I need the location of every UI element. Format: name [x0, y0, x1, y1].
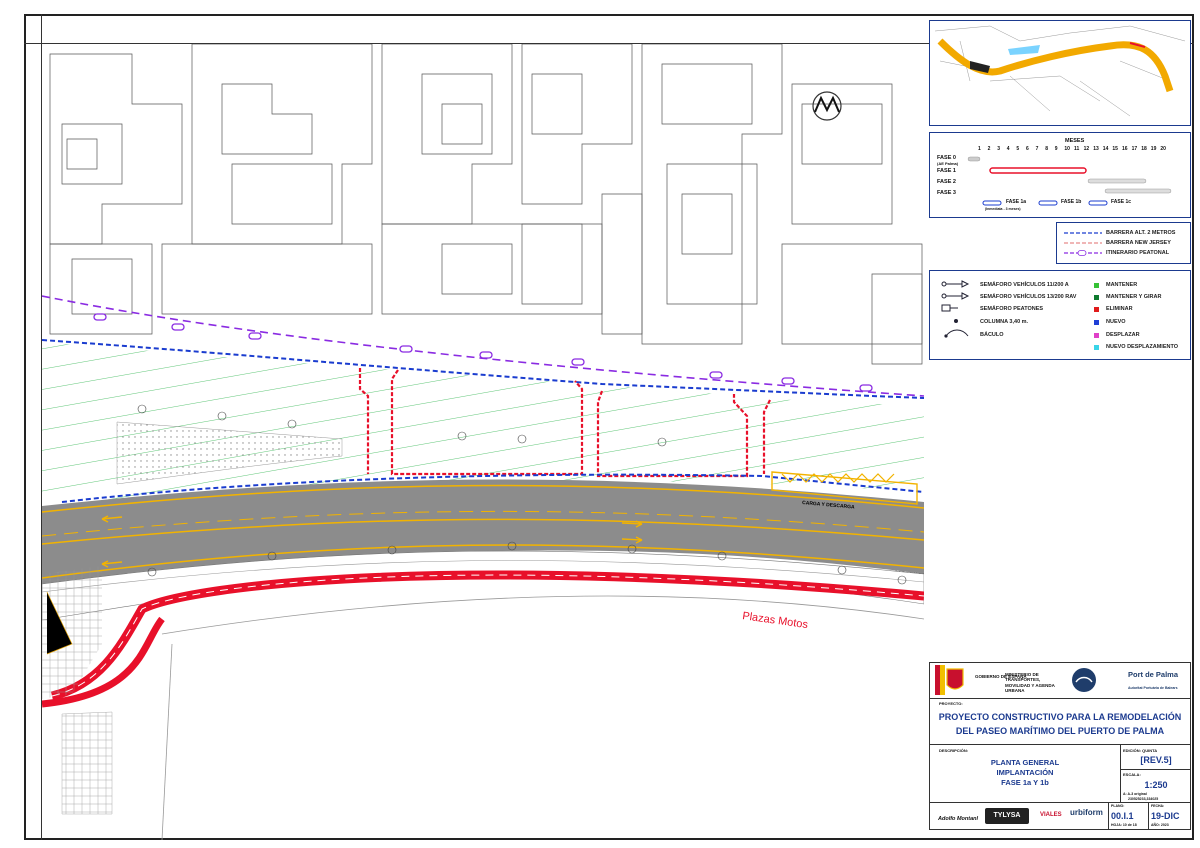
project-title-line-1: PROYECTO CONSTRUCTIVO PARA LA REMODELACI…: [938, 712, 1182, 722]
description-line-3: FASE 1a Y 1b: [1001, 778, 1049, 787]
status-swatch: [1094, 283, 1099, 288]
elements-legend-item: SEMÁFORO VEHÍCULOS 11/200 A: [980, 282, 1069, 288]
status-swatch: [1094, 320, 1099, 325]
status-swatch: [1094, 345, 1099, 350]
title-block-divider: [929, 744, 1191, 745]
subphase-1c-label: FASE 1c: [1111, 199, 1132, 205]
sheet-page: HOJA: 10 de 18: [1111, 823, 1137, 827]
barrier-legend-item: BARRERA NEW JERSEY: [1106, 240, 1171, 246]
company-logo-4: urbiform: [1070, 808, 1103, 817]
scale-label: ESCALA:: [1123, 772, 1141, 777]
title-block-divider: [1120, 744, 1121, 802]
gantt-bars: [967, 156, 1172, 206]
buildings: [42, 44, 924, 365]
sheet-number: 00.I.1: [1111, 811, 1134, 821]
elements-legend-item: SEMÁFORO VEHÍCULOS 13/200 RAV: [980, 294, 1077, 300]
elements-legend-item: COLUMNA 3,40 m.: [980, 319, 1029, 325]
scale-value: 1:250: [1144, 780, 1168, 790]
left-ruler: [24, 14, 42, 840]
status-swatch: [1094, 295, 1099, 300]
project-label: PROYECTO:: [939, 701, 963, 706]
date-label: FECHA:: [1151, 804, 1165, 808]
status-legend-item: DESPLAZAR: [1106, 332, 1140, 338]
status-legend-item: ELIMINAR: [1106, 306, 1133, 312]
subphase-1a-label: FASE 1a: [1006, 199, 1027, 205]
title-block-divider: [929, 802, 1191, 803]
company-logo-2: TYLYSA: [985, 808, 1029, 824]
port-logo-icon: [1072, 668, 1096, 692]
status-swatch: [1094, 333, 1099, 338]
revision-value: [REV.5]: [1140, 755, 1172, 765]
ministry-label: MINISTERIO DE TRANSPORTES, MOVILIDAD Y A…: [1005, 672, 1055, 694]
title-block-divider: [1108, 802, 1109, 830]
elements-legend-item: BÁCULO: [980, 332, 1004, 338]
location-map: [934, 25, 1186, 117]
port-name: Port de Palma: [1128, 670, 1179, 679]
description-label: DESCRIPCIÓN:: [939, 748, 969, 753]
subphase-1b-label: FASE 1b: [1061, 199, 1082, 205]
bike-lane: [50, 570, 924, 701]
plan-drawing: CARGA Y DESCARGA CARGA Y DESC Plazas Mot…: [42, 44, 924, 840]
description-line-1: PLANTA GENERAL: [990, 758, 1060, 767]
port-subtitle: Autoritat Portuària de Balears: [1128, 686, 1178, 690]
plazas-motos-label: Plazas Motos: [742, 610, 810, 631]
status-legend-item: NUEVO: [1106, 319, 1126, 325]
edition-label: EDICIÓN: QUINTA: [1123, 748, 1158, 753]
sheet-label: PLANO:: [1111, 804, 1125, 808]
company-logo-3: VIALES: [1040, 812, 1062, 818]
company-logo-1: Adolfo Montanl: [938, 816, 979, 822]
status-swatch: [1094, 307, 1099, 312]
year-value: AÑO: 2023: [1151, 823, 1169, 827]
status-legend-item: MANTENER Y GIRAR: [1106, 294, 1162, 300]
subphase-1a-note: (Inmediata - 3 meses): [985, 207, 1021, 211]
elements-legend-item: SEMÁFORO PEATONES: [980, 306, 1044, 312]
location-map-panel: [929, 20, 1191, 126]
scale-note: A: A-3 original: [1123, 792, 1147, 796]
status-legend-item: NUEVO DESPLAZAMIENTO: [1106, 344, 1179, 350]
title-block-divider: [1148, 802, 1149, 830]
project-title-line-2: DEL PASEO MARÍTIMO DEL PUERTO DE PALMA: [955, 726, 1165, 736]
elements-legend-symbols: [941, 280, 970, 338]
coat-of-arms-icon: [935, 665, 964, 695]
date-value: 19-DIC: [1151, 811, 1180, 821]
file-reference: 230525233,334025: [1128, 797, 1159, 801]
barrier-legend-item: BARRERA ALT. 2 METROS: [1106, 230, 1176, 236]
barrier-legend-item: ITINERARIO PEATONAL: [1106, 250, 1170, 256]
description-line-2: IMPLANTACIÓN: [996, 768, 1054, 777]
title-block-divider: [1120, 769, 1191, 770]
barrier-legend-swatches: [1064, 232, 1102, 256]
status-legend-item: MANTENER: [1106, 282, 1138, 288]
title-block-divider: [929, 698, 1191, 699]
